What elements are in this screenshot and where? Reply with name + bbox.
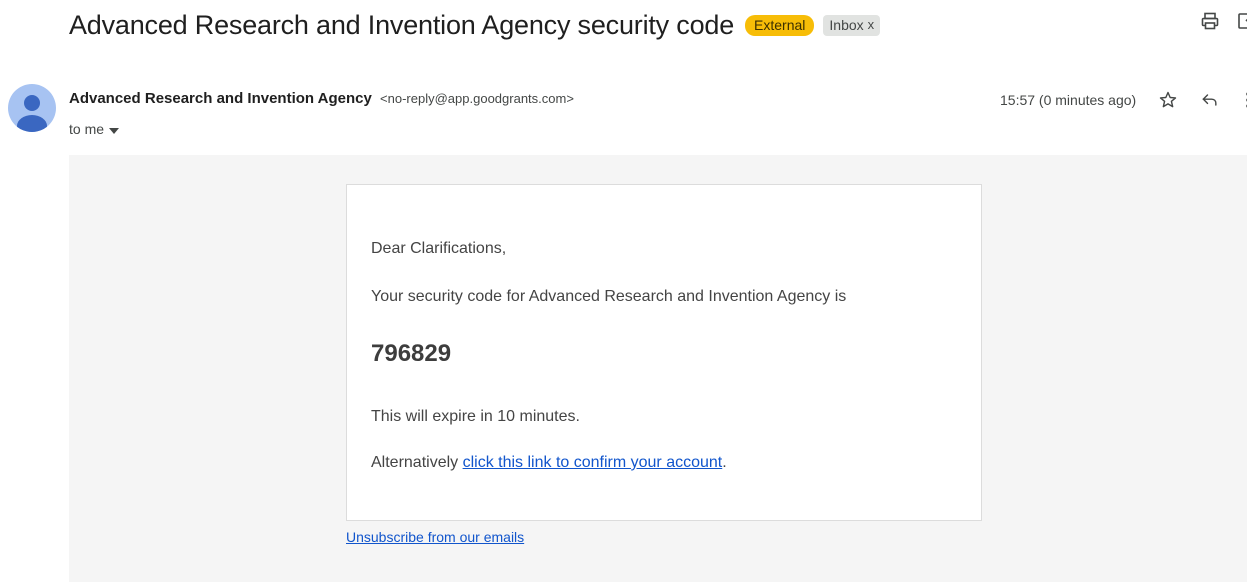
confirm-account-link[interactable]: click this link to confirm your account	[463, 454, 723, 471]
chevron-down-icon	[109, 121, 120, 137]
remove-label-icon[interactable]: x	[868, 17, 875, 32]
email-subject: Advanced Research and Invention Agency s…	[69, 9, 735, 40]
external-label[interactable]: External	[745, 14, 815, 36]
recipient-details-toggle[interactable]: to me	[69, 121, 120, 137]
reply-icon[interactable]	[1198, 88, 1222, 112]
print-icon[interactable]	[1199, 10, 1221, 32]
intro-text: Your security code for Advanced Research…	[371, 288, 847, 305]
alternative-text: Alternatively click this link to confirm…	[371, 454, 727, 472]
email-card: Dear Clarifications, Your security code …	[346, 184, 982, 521]
recipient-text: to me	[69, 121, 105, 137]
message-time: 15:57 (0 minutes ago)	[1000, 92, 1137, 108]
greeting-text: Dear Clarifications,	[371, 240, 507, 257]
star-icon[interactable]	[1156, 88, 1180, 112]
unsubscribe-link[interactable]: Unsubscribe from our emails	[346, 529, 524, 545]
avatar[interactable]	[8, 84, 56, 132]
subject-row: Advanced Research and Invention Agency s…	[69, 5, 881, 45]
open-in-new-window-icon[interactable]	[1235, 10, 1247, 32]
sender-email: <no-reply@app.goodgrants.com>	[380, 91, 574, 106]
sender-name[interactable]: Advanced Research and Invention Agency	[69, 90, 372, 107]
inbox-label[interactable]: Inbox x	[823, 14, 881, 36]
top-actions	[1199, 10, 1247, 32]
inbox-label-text: Inbox	[829, 16, 864, 33]
more-options-icon[interactable]	[1236, 88, 1247, 112]
security-code: 796829	[371, 340, 452, 367]
alternative-suffix: .	[722, 454, 727, 471]
message-meta: 15:57 (0 minutes ago)	[1000, 88, 1247, 112]
email-view: Advanced Research and Invention Agency s…	[0, 0, 1247, 582]
sender-line: Advanced Research and Invention Agency <…	[69, 90, 574, 107]
expiry-text: This will expire in 10 minutes.	[371, 408, 580, 425]
alternative-prefix: Alternatively	[371, 454, 463, 471]
